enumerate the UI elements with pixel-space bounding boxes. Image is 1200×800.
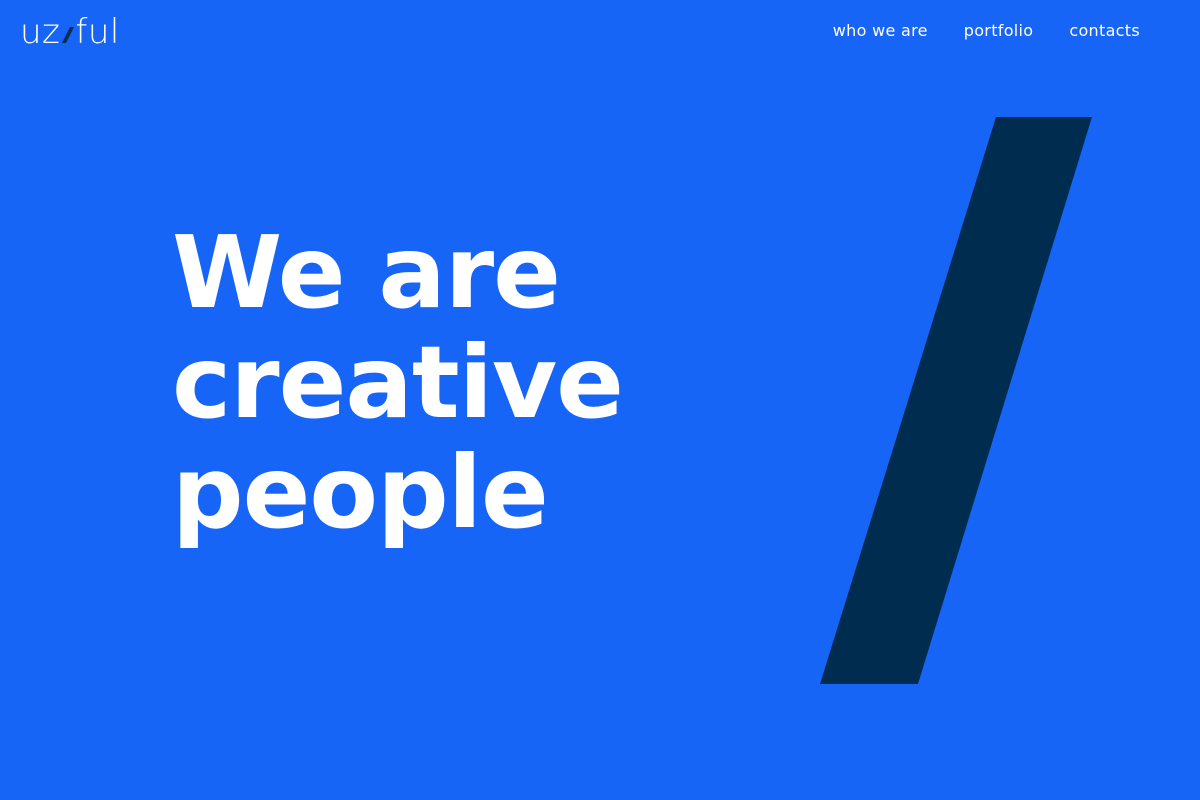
logo-slash-icon — [62, 27, 75, 43]
nav-link-portfolio[interactable]: portfolio — [964, 19, 1034, 43]
logo-text-left: uz — [20, 12, 61, 52]
hero-line-1: We are — [172, 214, 561, 331]
logo-text-right: ful — [75, 12, 120, 52]
landing-page: uz ful who we are portfolio contacts We … — [0, 0, 1200, 800]
hero-line-2: creative — [172, 324, 624, 441]
nav-link-who-we-are[interactable]: who we are — [833, 19, 928, 43]
hero-heading: We are creative people — [172, 218, 732, 548]
slash-graphic-icon — [820, 117, 1092, 684]
logo[interactable]: uz ful — [20, 12, 120, 52]
main-nav: who we are portfolio contacts — [833, 19, 1140, 43]
nav-link-contacts[interactable]: contacts — [1069, 19, 1140, 43]
hero-line-3: people — [172, 434, 549, 551]
